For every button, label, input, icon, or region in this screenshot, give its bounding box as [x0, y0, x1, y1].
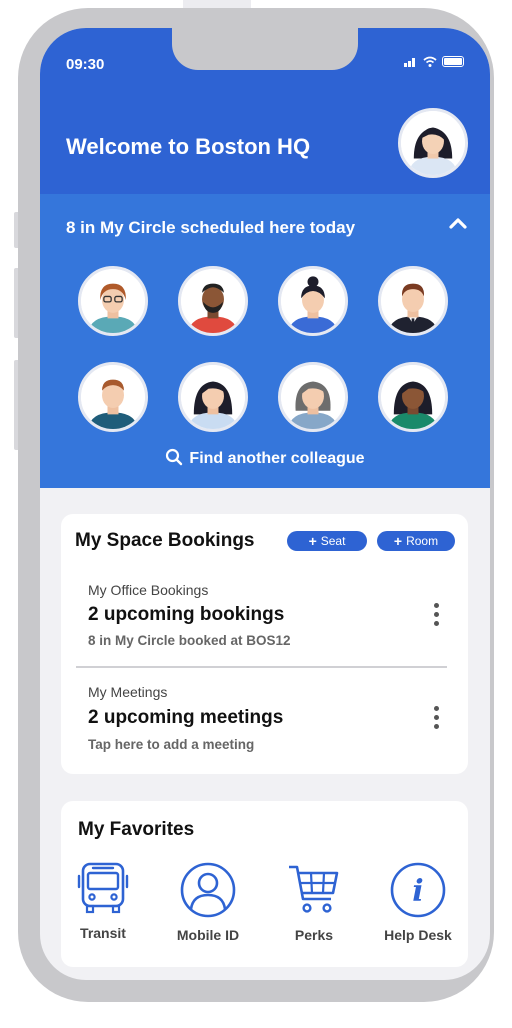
- plus-icon: +: [308, 533, 317, 549]
- status-time: 09:30: [66, 56, 105, 73]
- colleague-avatar[interactable]: [278, 266, 348, 336]
- favorite-mobile-id[interactable]: Mobile ID: [168, 861, 248, 943]
- colleague-avatar[interactable]: [178, 266, 248, 336]
- user-avatar[interactable]: [398, 108, 468, 178]
- more-options-icon[interactable]: [434, 706, 440, 733]
- page-title: Welcome to Boston HQ: [66, 134, 311, 159]
- svg-text:i: i: [412, 874, 423, 909]
- phone-screen: 09:30 Welcome to Boston HQ 8 in My Circl…: [40, 28, 490, 980]
- favorite-label: Mobile ID: [176, 927, 240, 943]
- bus-icon: [77, 862, 129, 914]
- plus-icon: +: [393, 533, 403, 549]
- colleague-avatar[interactable]: [378, 266, 448, 336]
- favorite-perks[interactable]: Perks: [274, 861, 354, 943]
- add-seat-button[interactable]: + Seat: [287, 531, 367, 551]
- colleague-avatar[interactable]: [278, 362, 348, 432]
- signal-icon: [404, 58, 415, 67]
- favorites-card: My Favorites Transit Mobile ID Perks i H…: [61, 801, 468, 967]
- favorite-transit[interactable]: Transit: [63, 861, 143, 941]
- colleague-avatar[interactable]: [378, 362, 448, 432]
- bookings-title: My Space Bookings: [75, 530, 255, 551]
- favorite-label: Perks: [294, 927, 334, 943]
- person-icon: [180, 862, 236, 918]
- colleague-avatar[interactable]: [178, 362, 248, 432]
- office-bookings-sub: 8 in My Circle booked at BOS12: [88, 633, 291, 648]
- favorites-title: My Favorites: [78, 819, 195, 840]
- circle-title: 8 in My Circle scheduled here today: [66, 218, 356, 237]
- cart-icon: [289, 865, 339, 913]
- battery-icon: [442, 56, 464, 67]
- seat-label: Seat: [320, 534, 346, 548]
- room-label: Room: [406, 534, 439, 548]
- find-colleague-link[interactable]: Find another colleague: [40, 448, 490, 468]
- search-icon: [166, 448, 183, 466]
- notch: [172, 28, 358, 70]
- more-options-icon[interactable]: [434, 603, 440, 630]
- meetings-value: 2 upcoming meetings: [88, 707, 284, 728]
- favorite-help-desk[interactable]: i Help Desk: [378, 861, 458, 943]
- divider: [76, 666, 447, 668]
- colleague-avatar[interactable]: [78, 266, 148, 336]
- add-room-button[interactable]: + Room: [377, 531, 455, 551]
- favorite-label: Help Desk: [384, 927, 452, 943]
- space-bookings-card: My Space Bookings + Seat + Room My Office …: [61, 514, 468, 774]
- circle-panel: [40, 194, 490, 488]
- chevron-up-icon[interactable]: [448, 214, 468, 235]
- favorite-label: Transit: [80, 925, 126, 941]
- colleague-avatar[interactable]: [78, 362, 148, 432]
- find-colleague-label: Find another colleague: [189, 450, 365, 467]
- meetings-sub: Tap here to add a meeting: [88, 737, 255, 752]
- office-bookings-label: My Office Bookings: [88, 582, 209, 598]
- status-icons: [404, 56, 464, 67]
- office-bookings-value: 2 upcoming bookings: [88, 604, 285, 625]
- meetings-label: My Meetings: [88, 684, 168, 700]
- wifi-icon: [423, 56, 437, 67]
- info-icon: i: [390, 862, 446, 918]
